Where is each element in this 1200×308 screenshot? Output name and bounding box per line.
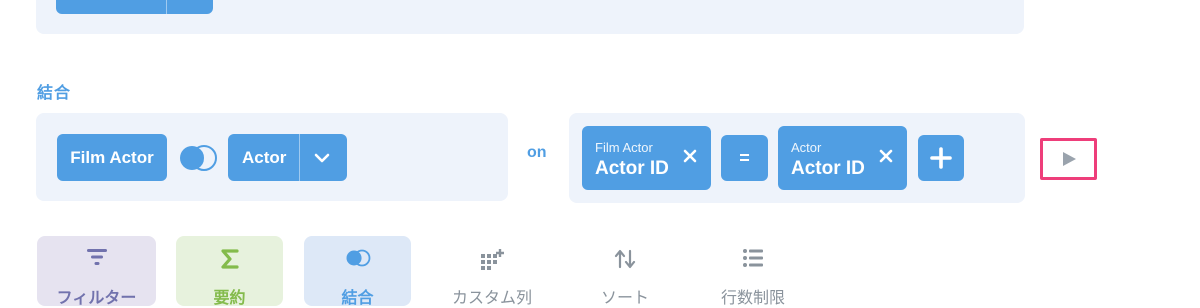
right-column-button[interactable]: Actor Actor ID xyxy=(778,126,907,190)
close-icon[interactable] xyxy=(878,148,894,169)
left-column-label: Actor ID xyxy=(595,158,669,179)
sort-icon xyxy=(570,248,680,270)
list-icon xyxy=(697,248,809,268)
previous-step-pill[interactable] xyxy=(56,0,213,14)
sort-button[interactable]: ソート xyxy=(570,236,680,307)
summarize-label: 要約 xyxy=(213,290,246,307)
custom-column-icon xyxy=(433,248,551,270)
add-condition-button[interactable] xyxy=(918,135,964,181)
right-table-label: Actor xyxy=(242,148,287,167)
summarize-button[interactable]: 要約 xyxy=(176,236,283,307)
join-label: 結合 xyxy=(341,290,374,307)
divider xyxy=(299,134,300,181)
join-icon xyxy=(304,248,411,268)
filter-button[interactable]: フィルター xyxy=(37,236,156,307)
close-icon[interactable] xyxy=(682,148,698,169)
right-column-label: Actor ID xyxy=(791,158,865,179)
join-section-label: 結合 xyxy=(37,85,72,102)
left-column-table-label: Film Actor xyxy=(595,140,653,155)
sort-label: ソート xyxy=(600,290,649,307)
operator-button[interactable]: = xyxy=(721,135,768,181)
filter-label: フィルター xyxy=(56,290,137,307)
right-column-table-label: Actor xyxy=(791,140,822,155)
plus-icon xyxy=(930,147,952,169)
preview-button[interactable] xyxy=(1040,138,1097,180)
play-icon xyxy=(1062,152,1076,166)
left-table-button[interactable]: Film Actor xyxy=(57,134,167,181)
right-table-button[interactable]: Actor xyxy=(228,134,347,181)
row-limit-button[interactable]: 行数制限 xyxy=(697,236,809,307)
filter-icon xyxy=(37,248,156,266)
custom-column-label: カスタム列 xyxy=(451,290,532,307)
chevron-down-icon[interactable] xyxy=(312,148,332,173)
join-button[interactable]: 結合 xyxy=(304,236,411,307)
row-limit-label: 行数制限 xyxy=(720,290,785,307)
join-type-icon[interactable] xyxy=(176,141,220,175)
on-label: on xyxy=(527,144,547,161)
left-column-button[interactable]: Film Actor Actor ID xyxy=(582,126,711,190)
custom-column-button[interactable]: カスタム列 xyxy=(433,236,551,307)
sigma-icon xyxy=(176,248,283,270)
